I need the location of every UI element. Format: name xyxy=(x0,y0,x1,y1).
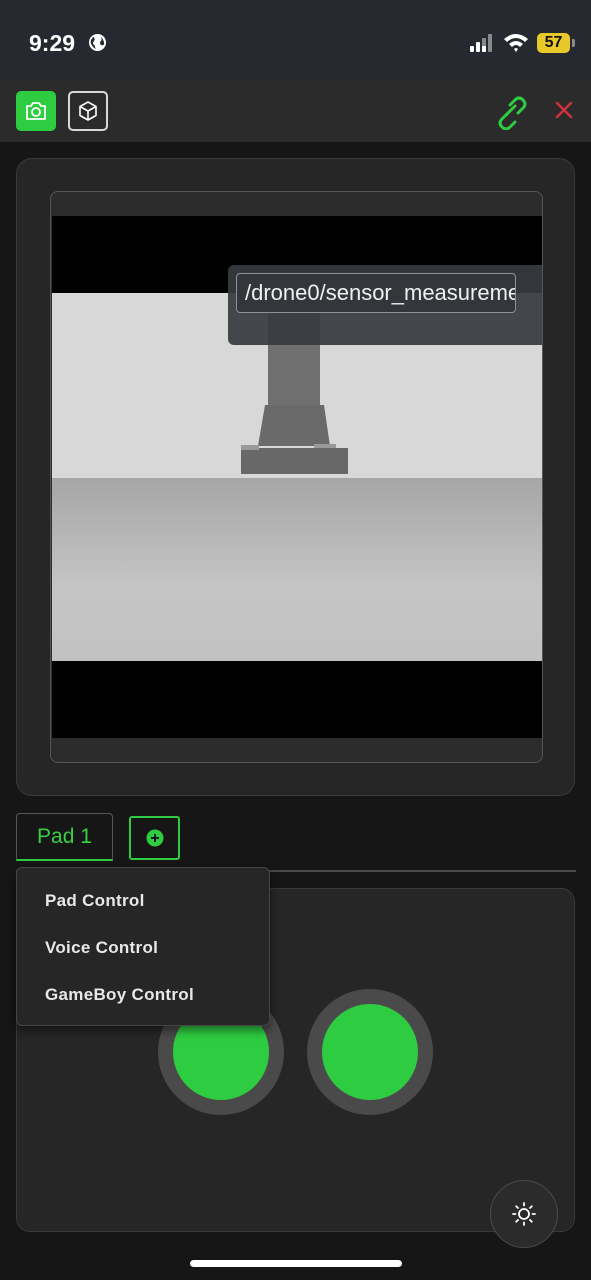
topic-input[interactable]: /drone0/sensor_measurements/frontal_came… xyxy=(236,273,516,313)
status-bar: 9:29 57 xyxy=(0,0,591,80)
menu-item-voice-control[interactable]: Voice Control xyxy=(17,924,269,971)
brightness-button[interactable] xyxy=(490,1180,558,1248)
camera-frame: /drone0/sensor_measurements/frontal_came… xyxy=(50,191,543,763)
camera-icon xyxy=(26,102,46,120)
wifi-icon xyxy=(504,34,528,52)
add-tab-button[interactable] xyxy=(129,816,180,860)
top-toolbar xyxy=(0,80,591,142)
sun-icon xyxy=(512,1202,536,1226)
status-time: 9:29 xyxy=(29,30,76,56)
control-mode-menu: Pad Control Voice Control GameBoy Contro… xyxy=(16,867,270,1026)
camera-panel: /drone0/sensor_measurements/frontal_came… xyxy=(16,158,575,796)
menu-item-gameboy-control[interactable]: GameBoy Control xyxy=(17,971,269,1018)
plus-circle-icon xyxy=(146,829,163,847)
home-indicator[interactable] xyxy=(190,1260,402,1267)
signal-icon xyxy=(470,34,492,52)
battery-level: 57 xyxy=(544,34,563,51)
right-joystick[interactable] xyxy=(307,989,433,1115)
right-joystick-knob[interactable] xyxy=(322,1004,418,1100)
globe-icon xyxy=(88,33,107,52)
link-icon[interactable] xyxy=(491,92,529,130)
menu-item-pad-control[interactable]: Pad Control xyxy=(17,877,269,924)
close-icon[interactable] xyxy=(552,98,576,122)
tab-pad-1[interactable]: Pad 1 xyxy=(16,813,113,861)
cube-icon xyxy=(79,101,97,121)
battery-icon: 57 xyxy=(537,33,575,53)
3d-view-button[interactable] xyxy=(68,91,108,131)
topic-selector-panel: /drone0/sensor_measurements/frontal_came… xyxy=(228,265,542,345)
camera-view-button[interactable] xyxy=(16,91,56,131)
